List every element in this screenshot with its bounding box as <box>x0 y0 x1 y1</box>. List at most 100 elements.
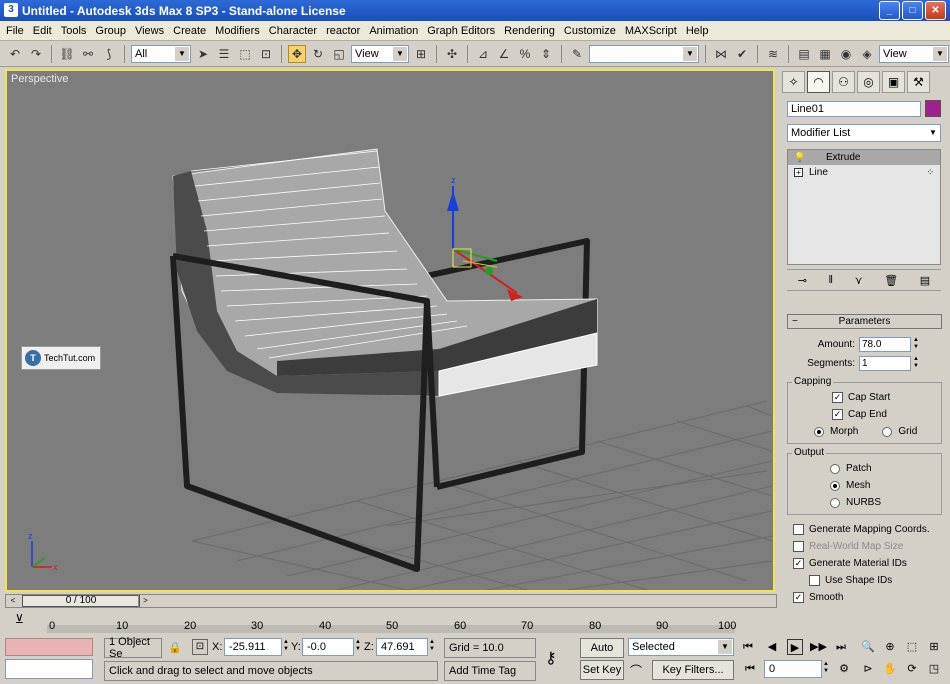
menu-reactor[interactable]: reactor <box>326 25 360 37</box>
set-key-button[interactable]: Set Key <box>580 660 624 680</box>
display-tab-icon[interactable]: ▣ <box>882 71 905 93</box>
current-frame-field[interactable]: 0 <box>764 660 822 678</box>
use-shape-ids-option[interactable]: Use Shape IDs <box>787 572 942 589</box>
arc-rotate-icon[interactable]: ⟳ <box>904 661 920 677</box>
y-spinner-icon[interactable]: ▲ ▼ <box>355 639 361 653</box>
cap-start-option[interactable]: ✓ Cap Start <box>788 389 941 406</box>
object-name-field[interactable]: Line01 <box>787 101 921 117</box>
add-time-tag-button[interactable]: Add Time Tag <box>444 661 536 681</box>
key-filters-button[interactable]: Key Filters... <box>652 660 734 680</box>
configure-sets-icon[interactable]: ▤ <box>920 274 930 287</box>
menu-edit[interactable]: Edit <box>33 25 52 37</box>
expand-icon[interactable]: + <box>794 168 803 177</box>
mirror-icon[interactable]: ⋈ <box>712 45 730 63</box>
use-shape-ids-checkbox[interactable] <box>809 575 820 586</box>
menu-maxscript[interactable]: MAXScript <box>625 25 677 37</box>
menu-file[interactable]: File <box>6 25 24 37</box>
select-manipulate-icon[interactable]: ✣ <box>443 45 461 63</box>
motion-tab-icon[interactable]: ◎ <box>857 71 880 93</box>
go-to-start-icon[interactable]: ⏮ <box>740 639 756 655</box>
render-scene-icon[interactable]: ◈ <box>858 45 876 63</box>
segments-spinner-icon[interactable]: ▲ ▼ <box>912 356 920 371</box>
remove-modifier-icon[interactable]: 🗑 <box>884 274 898 287</box>
z-coordinate-field[interactable]: 47.691 <box>376 638 428 656</box>
3ds-max-icon[interactable]: 3 <box>4 3 18 17</box>
select-and-rotate-icon[interactable]: ↻ <box>309 45 327 63</box>
patch-radio[interactable] <box>830 463 840 474</box>
undo-icon[interactable]: ↶ <box>6 45 24 63</box>
menu-customize[interactable]: Customize <box>564 25 616 37</box>
stack-item-line[interactable]: + Line ⁘ <box>788 165 940 180</box>
schematic-view-icon[interactable]: ▦ <box>816 45 834 63</box>
reference-coord-dropdown[interactable]: View ▼ <box>351 44 409 63</box>
utilities-tab-icon[interactable]: ⚒ <box>907 71 930 93</box>
maximize-viewport-icon[interactable]: ◳ <box>926 661 942 677</box>
real-world-checkbox[interactable] <box>793 541 804 552</box>
zoom-extents-all-icon[interactable]: ⊞ <box>926 639 942 655</box>
render-type-dropdown[interactable]: View ▼ <box>879 44 949 63</box>
mesh-radio[interactable] <box>830 480 840 491</box>
cap-start-checkbox[interactable]: ✓ <box>832 392 843 403</box>
frame-spinner-icon[interactable]: ▲ ▼ <box>823 661 829 675</box>
transform-gizmo[interactable]: z <box>447 175 523 301</box>
angle-snap-icon[interactable]: ∠ <box>495 45 513 63</box>
select-and-link-icon[interactable]: ⛓ <box>58 45 76 63</box>
menu-character[interactable]: Character <box>269 25 317 37</box>
gen-mapping-checkbox[interactable] <box>793 524 804 535</box>
smooth-checkbox[interactable]: ✓ <box>793 592 804 603</box>
time-configuration-icon[interactable]: ⚙ <box>836 661 852 677</box>
gen-matids-checkbox[interactable]: ✓ <box>793 558 804 569</box>
lightbulb-icon[interactable]: 💡 <box>794 152 805 163</box>
menu-animation[interactable]: Animation <box>369 25 418 37</box>
key-mode-dropdown[interactable]: Selected ▼ <box>628 638 734 656</box>
cap-end-option[interactable]: ✓ Cap End <box>788 406 941 423</box>
zoom-extents-icon[interactable]: ⬚ <box>904 639 920 655</box>
menu-graph-editors[interactable]: Graph Editors <box>427 25 495 37</box>
align-icon[interactable]: ✔ <box>733 45 751 63</box>
close-button[interactable]: ✕ <box>925 1 946 20</box>
go-to-end-icon[interactable]: ⏭ <box>833 639 849 655</box>
maxscript-listener-white[interactable] <box>5 659 93 679</box>
show-end-result-icon[interactable]: ‖ <box>829 274 834 286</box>
menu-help[interactable]: Help <box>686 25 709 37</box>
play-icon[interactable]: ▶ <box>787 639 803 655</box>
amount-field[interactable]: 78.0 <box>859 337 911 352</box>
material-editor-icon[interactable]: ◉ <box>837 45 855 63</box>
patch-option[interactable]: Patch <box>788 460 941 477</box>
stack-item-extrude[interactable]: 💡 Extrude <box>788 150 940 165</box>
spinner-snap-icon[interactable]: ⇕ <box>537 45 555 63</box>
pan-icon[interactable]: ✋ <box>882 661 898 677</box>
layer-manager-icon[interactable]: ≋ <box>764 45 782 63</box>
hierarchy-tab-icon[interactable]: ⚇ <box>832 71 855 93</box>
pin-stack-icon[interactable]: ⊸ <box>798 274 807 287</box>
menu-tools[interactable]: Tools <box>61 25 87 37</box>
modify-tab-icon[interactable]: ◠ <box>807 71 830 93</box>
next-frame-icon[interactable]: > <box>138 595 152 607</box>
edit-named-selection-icon[interactable]: ✎ <box>568 45 586 63</box>
previous-frame-icon[interactable]: ◀ <box>764 639 780 655</box>
morph-radio[interactable] <box>814 426 824 437</box>
mesh-option[interactable]: Mesh <box>788 477 941 494</box>
track-bar[interactable]: ⊻ 0 10 20 30 40 50 60 70 80 90 100 <box>5 609 777 635</box>
parameters-rollout-header[interactable]: − Parameters <box>787 314 942 329</box>
bind-space-warp-icon[interactable]: ⟆ <box>100 45 118 63</box>
default-in-out-tangent-icon[interactable]: ⌒ <box>630 662 642 679</box>
cap-end-checkbox[interactable]: ✓ <box>832 409 843 420</box>
curve-editor-icon[interactable]: ▤ <box>795 45 813 63</box>
percent-snap-icon[interactable]: % <box>516 45 534 63</box>
mini-curve-editor-icon[interactable]: ⊻ <box>15 612 24 626</box>
named-selection-dropdown[interactable]: ▼ <box>589 44 699 63</box>
object-color-swatch[interactable] <box>925 100 941 117</box>
z-spinner-icon[interactable]: ▲ ▼ <box>429 639 435 653</box>
redo-icon[interactable]: ↷ <box>27 45 45 63</box>
menu-modifiers[interactable]: Modifiers <box>215 25 260 37</box>
maxscript-listener-pink[interactable] <box>5 638 93 656</box>
set-key-icon[interactable]: ⚷ <box>545 648 557 668</box>
pivot-center-icon[interactable]: ⊞ <box>412 45 430 63</box>
next-frame-icon[interactable]: ▶▶ <box>810 639 827 655</box>
auto-key-button[interactable]: Auto Key <box>580 638 624 672</box>
smooth-option[interactable]: ✓ Smooth <box>787 589 942 606</box>
zoom-all-icon[interactable]: ⊕ <box>882 639 898 655</box>
select-and-scale-icon[interactable]: ◱ <box>330 45 348 63</box>
time-slider-thumb[interactable]: 0 / 100 <box>22 595 140 607</box>
